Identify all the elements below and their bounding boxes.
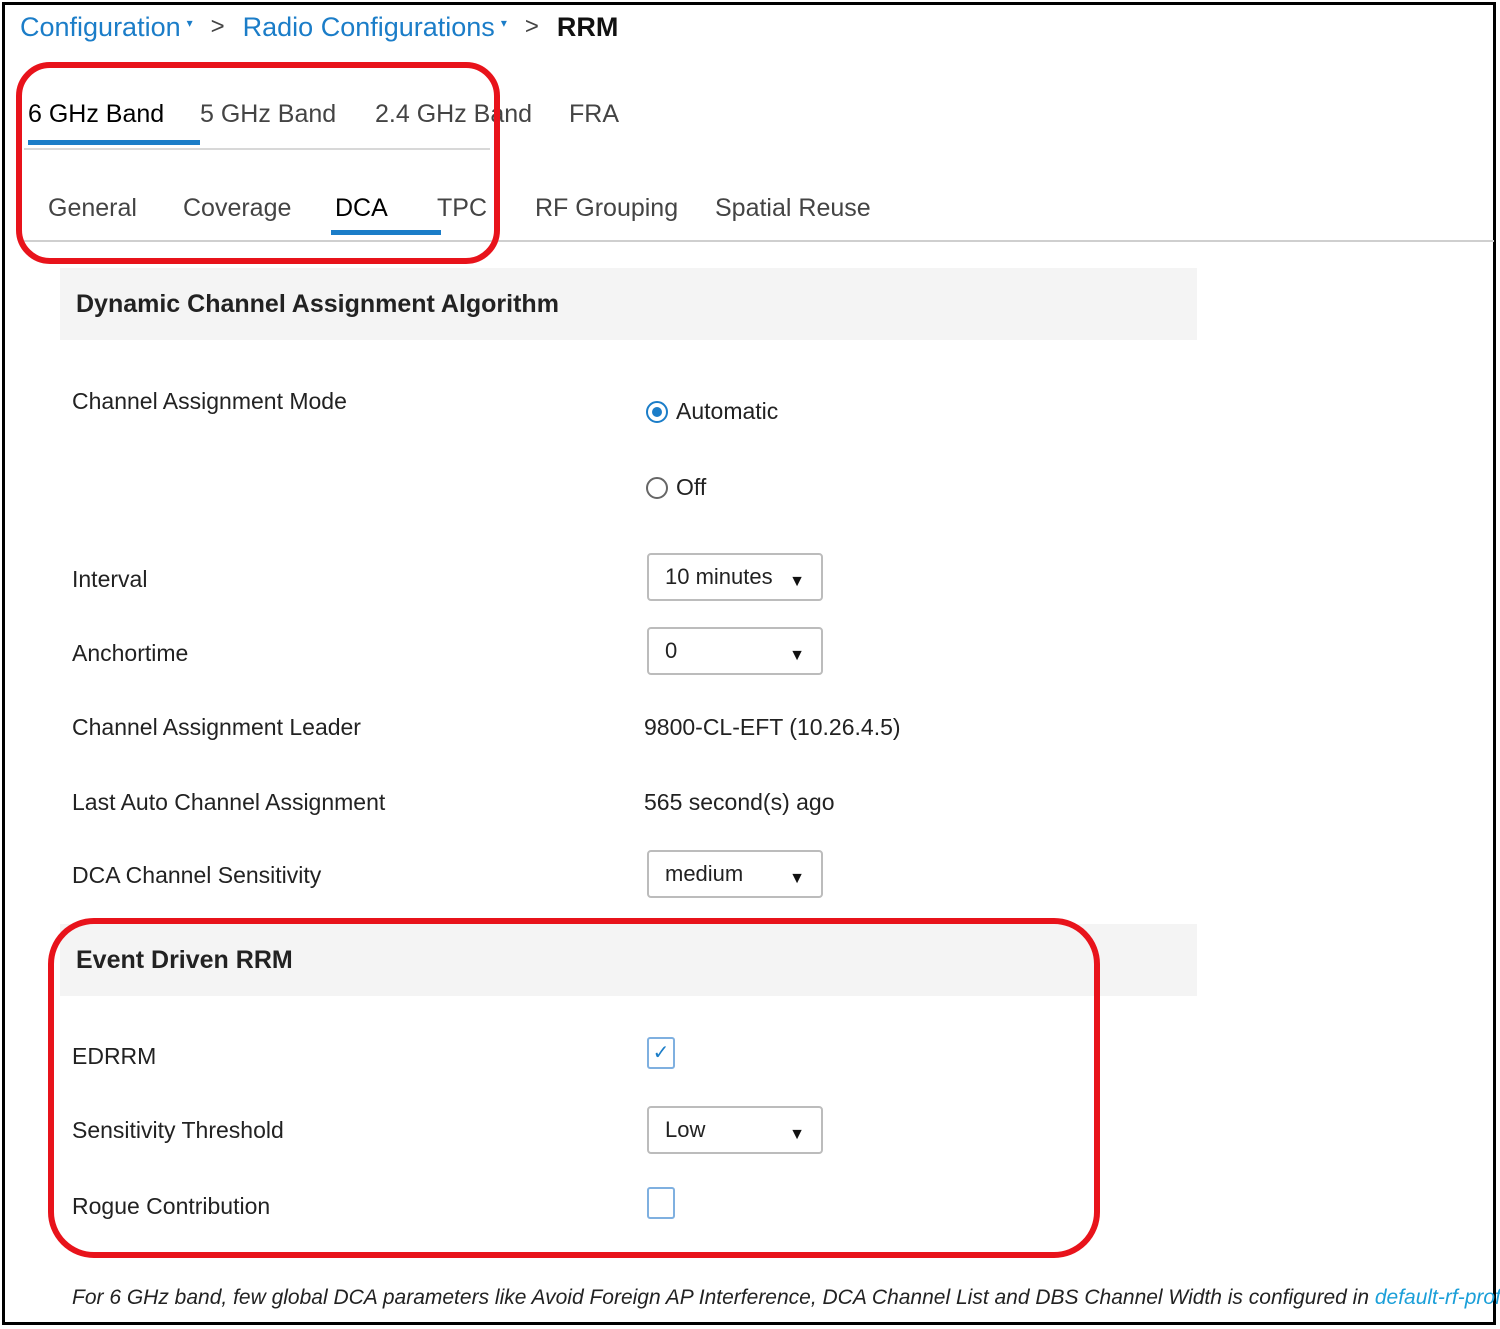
interval-value: 10 minutes (665, 564, 773, 589)
edrrm-label: EDRRM (72, 1043, 157, 1069)
channel-assignment-leader-label: Channel Assignment Leader (72, 714, 361, 740)
last-auto-assignment-value: 565 second(s) ago (644, 789, 835, 815)
radio-off-label: Off (676, 474, 707, 500)
sub-tabs-divider (24, 240, 1494, 242)
radio-automatic-label: Automatic (676, 398, 779, 424)
anchortime-value: 0 (665, 638, 678, 663)
tab-spatial-reuse[interactable]: Spatial Reuse (715, 190, 871, 242)
edrrm-checkbox[interactable]: ✓ (647, 1037, 675, 1069)
radio-selected-icon (646, 400, 668, 423)
tab-6ghz-band[interactable]: 6 GHz Band (28, 96, 200, 148)
interval-select[interactable]: 10 minutes ▼ (647, 553, 823, 601)
chevron-right-icon: > (524, 13, 539, 40)
dca-sensitivity-select[interactable]: medium ▼ (647, 850, 823, 898)
band-tabs-divider (24, 148, 490, 150)
breadcrumb-current: RRM (556, 11, 619, 42)
tab-general[interactable]: General (48, 190, 183, 242)
rogue-contribution-label: Rogue Contribution (72, 1193, 271, 1219)
anchortime-label: Anchortime (72, 640, 189, 666)
tab-2-4ghz-band[interactable]: 2.4 GHz Band (375, 96, 569, 148)
checkmark-icon: ✓ (652, 1042, 670, 1064)
anchortime-select[interactable]: 0 ▼ (647, 627, 823, 675)
caret-down-icon: ▾ (186, 16, 193, 30)
footnote-text: For 6 GHz band, few global DCA parameter… (72, 1286, 1375, 1309)
breadcrumb: Configuration ▾ > Radio Configurations ▾… (20, 10, 618, 44)
sensitivity-threshold-select[interactable]: Low ▼ (647, 1106, 823, 1154)
tab-tpc[interactable]: TPC (437, 190, 535, 242)
tab-5ghz-band[interactable]: 5 GHz Band (200, 96, 375, 148)
dropdown-arrow-icon: ▼ (789, 647, 805, 664)
channel-assignment-leader-value: 9800-CL-EFT (10.26.4.5) (644, 714, 901, 740)
dropdown-arrow-icon: ▼ (789, 1126, 805, 1143)
dropdown-arrow-icon: ▼ (789, 870, 805, 887)
chevron-right-icon: > (210, 13, 225, 40)
interval-label: Interval (72, 566, 148, 592)
breadcrumb-configuration-label: Configuration (20, 11, 181, 42)
dca-sensitivity-value: medium (665, 861, 744, 886)
tab-fra[interactable]: FRA (569, 96, 619, 148)
radio-automatic[interactable]: Automatic (646, 398, 778, 425)
breadcrumb-radio-configurations[interactable]: Radio Configurations ▾ (243, 12, 507, 43)
dca-section-title: Dynamic Channel Assignment Algorithm (60, 268, 1197, 340)
radio-off[interactable]: Off (646, 474, 706, 501)
tab-dca[interactable]: DCA (331, 190, 441, 242)
channel-assignment-mode-label: Channel Assignment Mode (72, 388, 347, 414)
breadcrumb-configuration[interactable]: Configuration ▾ (20, 12, 193, 43)
dropdown-arrow-icon: ▼ (789, 573, 805, 590)
breadcrumb-radio-configurations-label: Radio Configurations (242, 11, 495, 42)
footnote: For 6 GHz band, few global DCA parameter… (72, 1286, 1500, 1310)
edrrm-section-title: Event Driven RRM (60, 924, 1197, 996)
tab-rf-grouping[interactable]: RF Grouping (535, 190, 715, 242)
dca-sensitivity-label: DCA Channel Sensitivity (72, 862, 322, 888)
last-auto-assignment-label: Last Auto Channel Assignment (72, 789, 386, 815)
band-tabs: 6 GHz Band 5 GHz Band 2.4 GHz Band FRA (24, 96, 619, 148)
tab-coverage[interactable]: Coverage (183, 190, 335, 242)
rf-profile-link[interactable]: default-rf-profile-6ghz (1375, 1286, 1500, 1309)
caret-down-icon: ▾ (500, 16, 507, 30)
sensitivity-threshold-value: Low (665, 1117, 706, 1142)
radio-unselected-icon (646, 476, 668, 499)
sensitivity-threshold-label: Sensitivity Threshold (72, 1117, 284, 1143)
rogue-contribution-checkbox[interactable] (647, 1187, 675, 1219)
rrm-sub-tabs: General Coverage DCA TPC RF Grouping Spa… (48, 190, 871, 242)
